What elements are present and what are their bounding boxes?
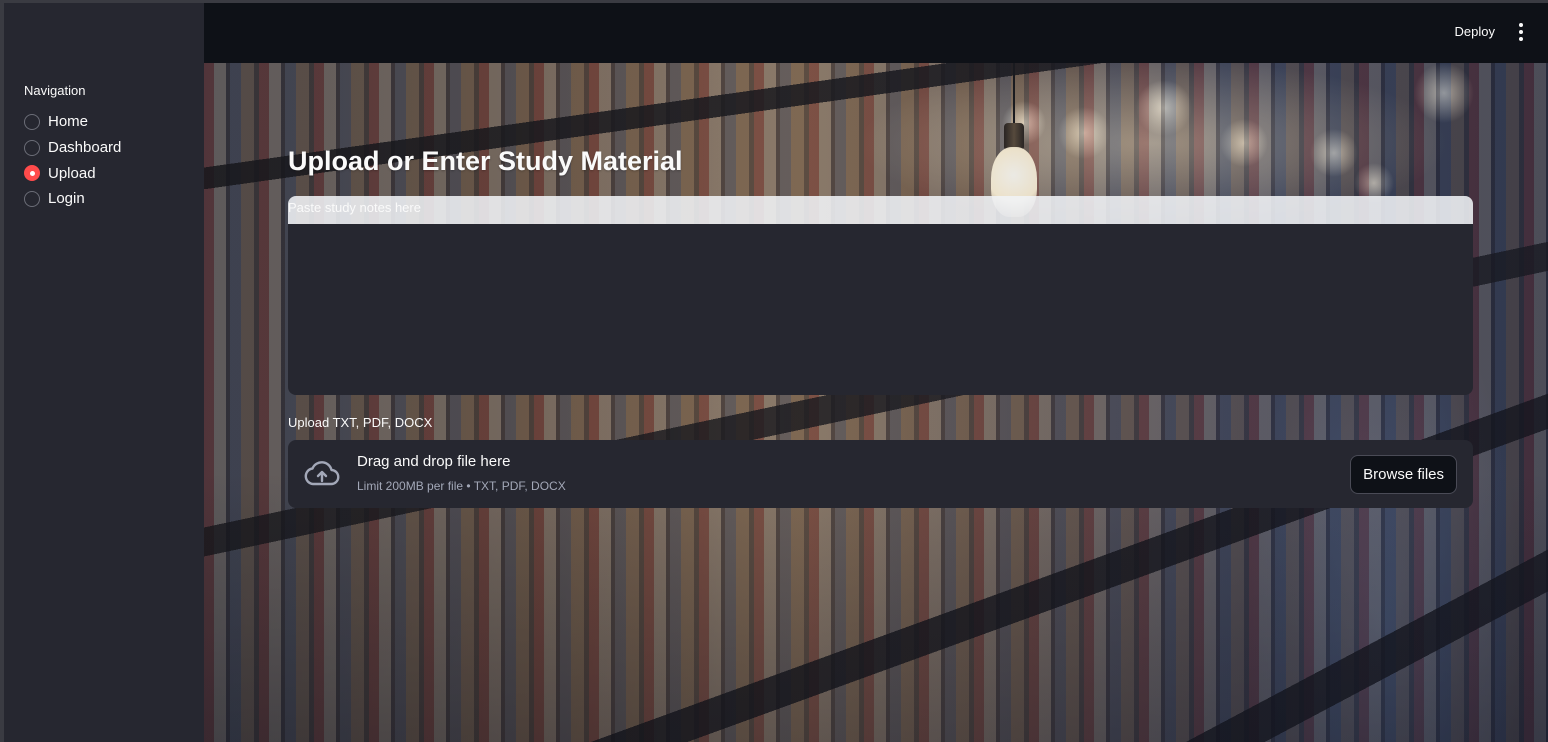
app-window: Navigation Home Dashboard Upload Login D… [0,0,1548,742]
browse-files-button[interactable]: Browse files [1350,455,1457,494]
kebab-menu-icon[interactable] [1516,23,1526,41]
nav-item-dashboard[interactable]: Dashboard [24,135,121,161]
dropzone-instructions: Drag and drop file here [357,453,511,470]
deploy-button[interactable]: Deploy [1455,24,1495,39]
page-title: Upload or Enter Study Material [288,146,683,176]
top-header: Deploy [204,3,1548,63]
radio-button-icon[interactable] [24,113,40,130]
textarea-label-bar [288,196,1473,226]
study-notes-label: Paste study notes here [288,200,421,215]
cloud-upload-icon [304,461,340,486]
nav-item-label: Login [48,190,85,208]
dropzone-limit-text: Limit 200MB per file • TXT, PDF, DOCX [357,479,566,493]
uploader-label: Upload TXT, PDF, DOCX [288,415,433,430]
nav-item-label: Home [48,113,89,131]
nav-item-login[interactable]: Login [24,186,121,212]
nav-item-home[interactable]: Home [24,109,121,135]
file-dropzone[interactable]: Drag and drop file here Limit 200MB per … [288,440,1473,508]
navigation-radio-group: Home Dashboard Upload Login [24,109,121,212]
radio-button-selected-icon[interactable] [24,165,40,182]
study-notes-textarea[interactable] [288,224,1473,395]
nav-item-upload[interactable]: Upload [24,160,121,186]
radio-button-icon[interactable] [24,190,40,207]
navigation-label: Navigation [24,83,86,98]
nav-item-label: Upload [48,164,96,182]
radio-button-icon[interactable] [24,139,40,156]
nav-item-label: Dashboard [48,139,122,157]
sidebar: Navigation Home Dashboard Upload Login [4,3,204,742]
